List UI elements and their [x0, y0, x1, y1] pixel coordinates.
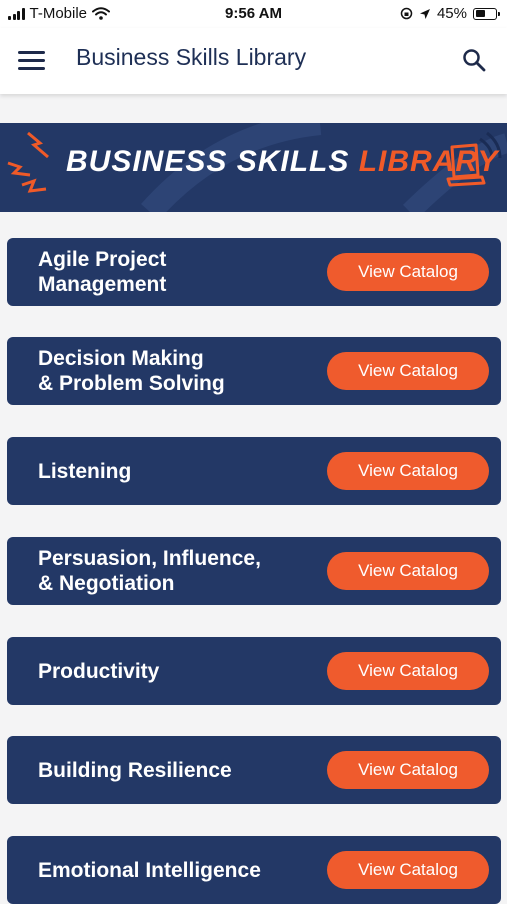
battery-percent: 45%	[436, 5, 467, 22]
banner-title-part1: BUSINESS SKILLS	[66, 145, 350, 178]
status-right: 45%	[400, 5, 500, 22]
search-icon[interactable]	[461, 47, 487, 73]
catalog-card: Building Resilience View Catalog	[7, 736, 501, 804]
catalog-card-title: Building Resilience	[38, 758, 232, 782]
catalog-card-title: Productivity	[38, 659, 160, 683]
hamburger-menu-icon[interactable]	[18, 51, 45, 71]
view-catalog-button[interactable]: View Catalog	[327, 652, 489, 690]
catalog-card-title: Listening	[38, 459, 132, 483]
catalog-card: Emotional Intelligence View Catalog	[7, 836, 501, 904]
laptop-icon	[446, 143, 486, 187]
catalog-card: Productivity View Catalog	[7, 637, 501, 705]
catalog-card: Agile Project Management View Catalog	[7, 238, 501, 306]
location-arrow-icon	[419, 8, 430, 19]
catalog-card-title: Emotional Intelligence	[38, 858, 261, 882]
banner-title: BUSINESS SKILLS LIBRARY	[66, 145, 499, 179]
view-catalog-button[interactable]: View Catalog	[327, 552, 489, 590]
app-header: Business Skills Library	[0, 28, 507, 94]
page-title: Business Skills Library	[76, 44, 307, 70]
rotation-lock-icon	[400, 7, 413, 20]
catalog-card-title: Agile Project Management	[38, 248, 167, 296]
catalog-card: Listening View Catalog	[7, 437, 501, 505]
catalog-card: Persuasion, Influence, & Negotiation View…	[7, 537, 501, 605]
view-catalog-button[interactable]: View Catalog	[327, 352, 489, 390]
view-catalog-button[interactable]: View Catalog	[327, 253, 489, 291]
status-bar: T-Mobile 9:56 AM 45%	[0, 0, 507, 28]
view-catalog-button[interactable]: View Catalog	[327, 452, 489, 490]
catalog-card-title: Persuasion, Influence, & Negotiation	[38, 547, 261, 595]
catalog-card-title: Decision Making & Problem Solving	[38, 347, 225, 395]
library-banner: BUSINESS SKILLS LIBRARY	[0, 123, 507, 212]
battery-icon	[473, 7, 500, 20]
view-catalog-button[interactable]: View Catalog	[327, 851, 489, 889]
catalog-card: Decision Making & Problem Solving View Ca…	[7, 337, 501, 405]
view-catalog-button[interactable]: View Catalog	[327, 751, 489, 789]
